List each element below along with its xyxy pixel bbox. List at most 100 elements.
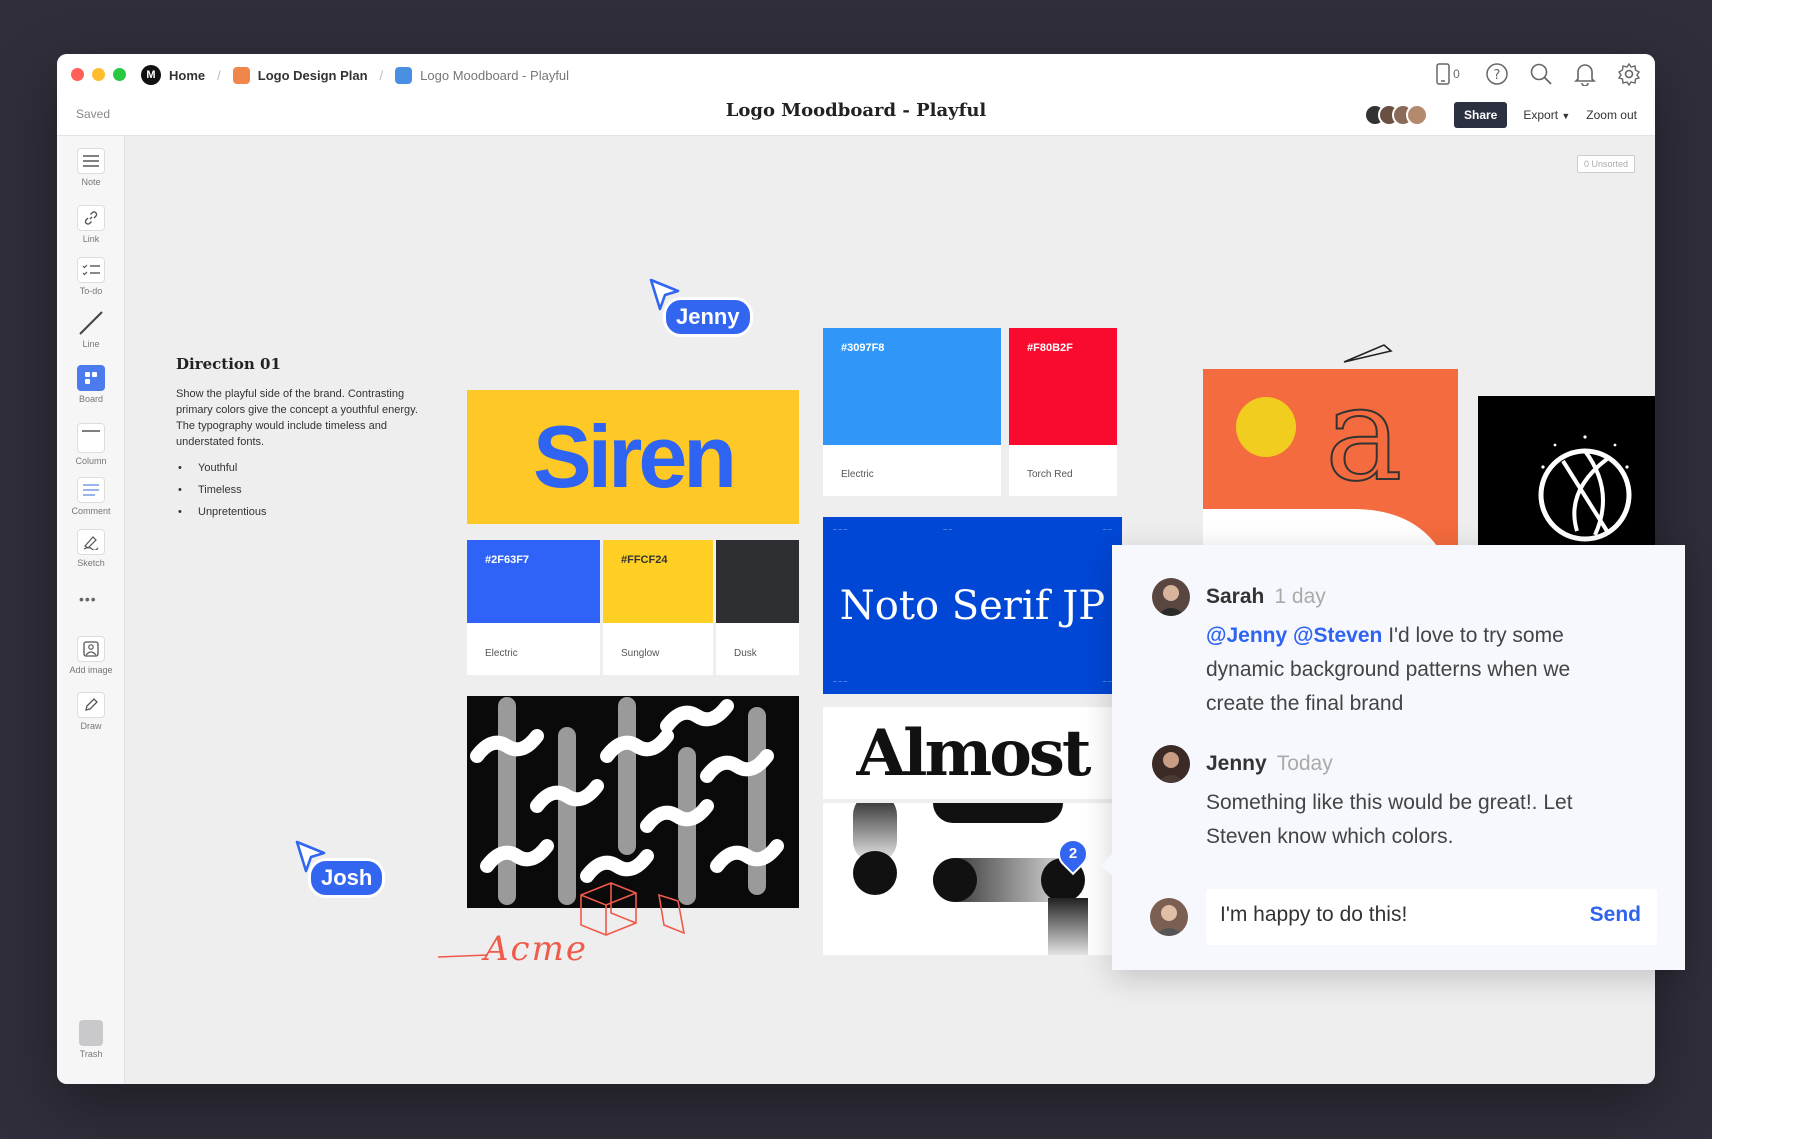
collaborator-cursor-label: Jenny xyxy=(663,297,753,337)
breadcrumb: M Home / Logo Design Plan / Logo Moodboa… xyxy=(141,63,569,87)
color-swatch-torch-red[interactable]: #F80B2F Torch Red xyxy=(1009,328,1117,496)
note-card[interactable]: Direction 01 Show the playful side of th… xyxy=(176,356,426,526)
font-card-noto-serif[interactable]: — — — — — — — Noto Serif JP — — — — — xyxy=(823,517,1122,694)
list-item: Unpretentious xyxy=(176,504,426,520)
swatch-name: Electric xyxy=(841,469,874,480)
list-item: Timeless xyxy=(176,482,426,498)
share-button[interactable]: Share xyxy=(1453,102,1508,128)
siren-logo-card[interactable]: Siren xyxy=(467,390,799,524)
comment-mentions[interactable]: @Jenny @Steven xyxy=(1206,624,1382,647)
send-button[interactable]: Send xyxy=(1590,903,1641,927)
font-card-detail: — — xyxy=(943,527,953,532)
line-icon xyxy=(77,310,105,336)
monogram-logo xyxy=(1538,435,1631,542)
comment-header: Jenny Today xyxy=(1206,752,1333,776)
avatar xyxy=(1405,104,1428,126)
comment-count: 2 xyxy=(1068,845,1078,862)
swatch-hex: #FFCF24 xyxy=(603,540,713,623)
more-tools-icon[interactable]: ••• xyxy=(79,591,97,607)
breadcrumb-separator: / xyxy=(217,67,221,83)
comment-thread: Sarah 1 day @Jenny @Steven I'd love to tr… xyxy=(1101,545,1685,970)
avatar xyxy=(1152,745,1190,783)
swatch-hex xyxy=(716,540,799,623)
shapes-image-card[interactable] xyxy=(823,803,1122,955)
breadcrumb-logo-design-plan[interactable]: Logo Design Plan xyxy=(232,66,368,84)
svg-text:a: a xyxy=(1325,369,1403,510)
tool-trash[interactable]: Trash xyxy=(57,1020,125,1059)
device-count: 0 xyxy=(1453,67,1460,81)
minimize-window-button[interactable] xyxy=(92,68,105,81)
pencil-icon xyxy=(77,692,105,718)
tool-line[interactable]: Line xyxy=(57,310,125,349)
link-icon xyxy=(77,205,105,231)
trash-icon xyxy=(79,1020,103,1046)
unsorted-counter[interactable]: 0 Unsorted xyxy=(1576,155,1635,173)
devices-button[interactable]: 0 xyxy=(1431,62,1465,86)
font-card-detail: — — — xyxy=(833,679,848,684)
tool-link[interactable]: Link xyxy=(57,205,125,244)
tool-note[interactable]: Note xyxy=(57,148,125,187)
tool-comment[interactable]: Comment xyxy=(57,477,125,516)
note-bullets: Youthful Timeless Unpretentious xyxy=(176,460,426,520)
comment-text: @Jenny @Steven I'd love to try some dyna… xyxy=(1206,619,1626,721)
export-label: Export xyxy=(1523,108,1559,122)
tool-board[interactable]: Board xyxy=(57,365,125,404)
acme-sketch: Acme xyxy=(438,927,618,969)
bell-icon xyxy=(1574,64,1596,86)
tool-label: To-do xyxy=(79,286,103,296)
comment-author: Jenny xyxy=(1206,752,1267,775)
tool-sketch[interactable]: Sketch xyxy=(57,529,125,568)
column-icon xyxy=(77,423,105,453)
tool-add-image[interactable]: Add image xyxy=(57,636,125,675)
collaborator-cursor-label: Josh xyxy=(308,858,386,898)
tool-column[interactable]: Column xyxy=(57,423,125,466)
acme-text: Acme xyxy=(484,929,588,969)
tool-label: Draw xyxy=(80,721,102,731)
help-button[interactable]: ? xyxy=(1485,62,1509,86)
phone-icon xyxy=(1436,63,1450,85)
font-card-detail: — — xyxy=(1102,527,1112,532)
svg-text:?: ? xyxy=(1494,68,1501,83)
tool-label: Comment xyxy=(71,506,111,516)
settings-button[interactable] xyxy=(1617,62,1641,86)
collaborator-avatars[interactable] xyxy=(1363,104,1428,126)
color-swatch-dusk[interactable]: Dusk xyxy=(716,540,799,675)
tool-label: Board xyxy=(78,394,104,404)
zoom-out-button[interactable]: Zoom out xyxy=(1586,108,1637,122)
tool-label: Add image xyxy=(69,665,113,675)
tool-todo[interactable]: To-do xyxy=(57,257,125,296)
reply-input[interactable] xyxy=(1220,903,1550,927)
help-icon: ? xyxy=(1486,63,1508,85)
close-window-button[interactable] xyxy=(71,68,84,81)
gear-icon xyxy=(1617,62,1641,86)
notifications-button[interactable] xyxy=(1573,62,1597,86)
top-bar: M Home / Logo Design Plan / Logo Moodboa… xyxy=(57,54,1655,136)
chevron-down-icon: ▼ xyxy=(1561,111,1571,121)
board-color-icon xyxy=(395,66,413,84)
tool-label: Trash xyxy=(79,1049,103,1059)
note-icon xyxy=(77,148,105,174)
color-swatch-sunglow[interactable]: #FFCF24 Sunglow xyxy=(603,540,713,675)
header-icons: 0 ? xyxy=(1431,62,1641,86)
breadcrumb-home[interactable]: M Home xyxy=(141,65,205,85)
shapes-image xyxy=(853,803,1088,955)
tool-label: Column xyxy=(75,456,107,466)
export-menu[interactable]: Export ▼ xyxy=(1523,108,1570,122)
color-swatch-electric-light[interactable]: #3097F8 Electric xyxy=(823,328,1001,496)
comment-time: Today xyxy=(1276,752,1333,775)
font-card-almost[interactable]: Almost xyxy=(823,707,1122,799)
avatar xyxy=(1152,578,1190,616)
header-actions: Share Export ▼ Zoom out xyxy=(1363,102,1637,128)
tool-draw[interactable]: Draw xyxy=(57,692,125,731)
search-button[interactable] xyxy=(1529,62,1553,86)
swatch-hex: #2F63F7 xyxy=(467,540,600,623)
milanote-logo-icon: M xyxy=(141,65,161,85)
breadcrumb-logo-moodboard[interactable]: Logo Moodboard - Playful xyxy=(395,66,569,84)
avatar xyxy=(1150,898,1188,936)
comment-icon xyxy=(77,477,105,503)
todo-icon xyxy=(77,257,105,283)
image-icon xyxy=(77,636,105,662)
maximize-window-button[interactable] xyxy=(113,68,126,81)
color-swatch-electric[interactable]: #2F63F7 Electric xyxy=(467,540,600,675)
note-body: Show the playful side of the brand. Cont… xyxy=(176,388,418,448)
